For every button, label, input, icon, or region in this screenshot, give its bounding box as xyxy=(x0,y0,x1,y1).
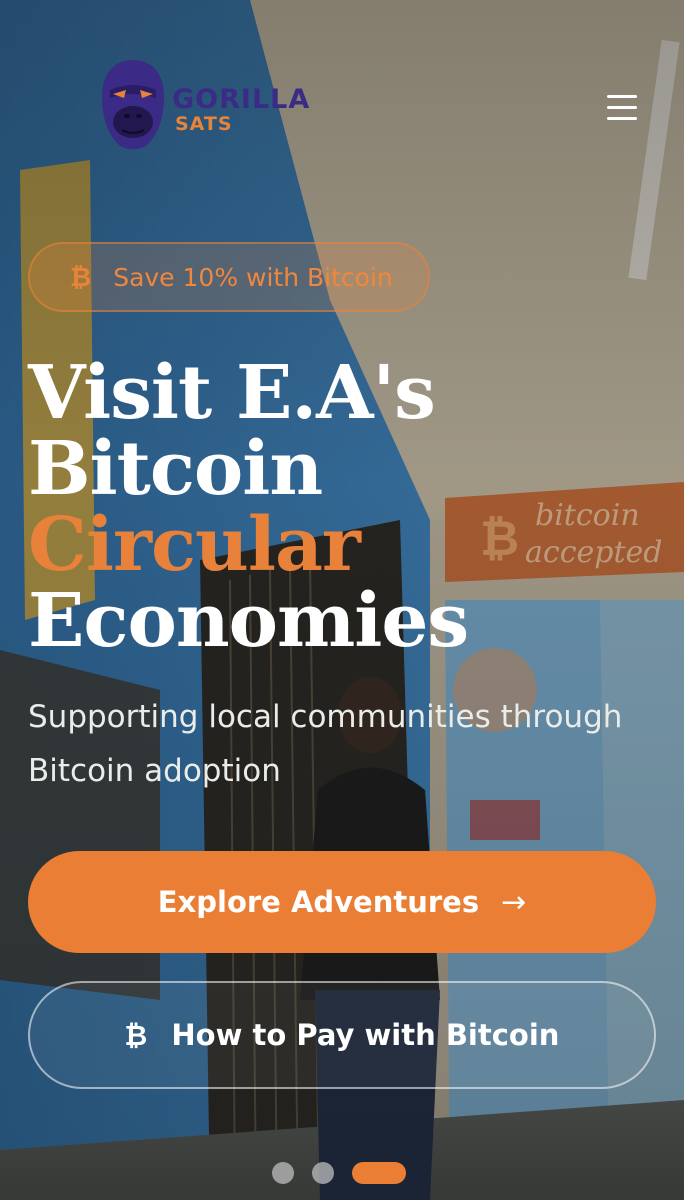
explore-adventures-button[interactable]: Explore Adventures → xyxy=(28,851,656,953)
brand-name-sats: SATS xyxy=(175,113,233,135)
carousel-dot-3-active[interactable] xyxy=(352,1162,406,1184)
carousel-dot-1[interactable] xyxy=(272,1162,294,1184)
hero-title-line-2: Bitcoin xyxy=(28,426,323,512)
hamburger-menu-icon[interactable] xyxy=(600,90,644,126)
promo-badge-label: Save 10% with Bitcoin xyxy=(113,262,393,292)
brand-logo[interactable]: GORILLA SATS xyxy=(98,56,313,156)
bitcoin-icon: ₿ xyxy=(70,262,92,293)
gorilla-logo-icon xyxy=(102,60,164,150)
hero-section: ₿ bitcoin accepted xyxy=(0,0,684,1200)
bitcoin-icon: ₿ xyxy=(124,1018,148,1052)
hero-title: Visit E.A's Bitcoin Circular Economies xyxy=(28,350,469,664)
promo-badge: ₿ Save 10% with Bitcoin xyxy=(28,242,430,312)
how-to-pay-button[interactable]: ₿ How to Pay with Bitcoin xyxy=(28,981,656,1089)
arrow-right-icon: → xyxy=(501,884,527,920)
explore-adventures-label: Explore Adventures xyxy=(157,885,480,919)
hero-title-line-1: Visit E.A's xyxy=(28,350,436,436)
brand-name-gorilla: GORILLA xyxy=(172,84,311,115)
carousel-dot-2[interactable] xyxy=(312,1162,334,1184)
carousel-indicators xyxy=(272,1162,406,1184)
hero-title-line-3: Circular xyxy=(28,502,361,588)
hero-title-line-4: Economies xyxy=(28,578,469,664)
how-to-pay-label: How to Pay with Bitcoin xyxy=(171,1018,560,1052)
hero-subtitle: Supporting local communities through Bit… xyxy=(28,699,623,789)
